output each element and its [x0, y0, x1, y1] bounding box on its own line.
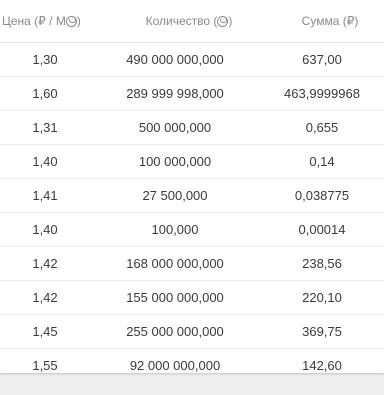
sum-cell: 0,038775	[294, 188, 350, 203]
quantity-cell: 490 000 000,000	[126, 52, 224, 67]
price-cell: 1,42	[32, 256, 58, 271]
table-header: Цена (₽ / М) Количество () Сумма (₽)	[0, 0, 384, 43]
quantity-cell: 92 000 000,000	[129, 358, 221, 373]
price-cell: 1,30	[32, 52, 58, 67]
orders-table: Цена (₽ / М) Количество () Сумма (₽) 1,3…	[0, 0, 384, 373]
sum-header-label: Сумма (₽)	[301, 14, 359, 28]
price-cell: 1,40	[32, 222, 58, 237]
price-cell: 1,60	[32, 86, 58, 101]
price-column-header[interactable]: Цена (₽ / М)	[0, 14, 90, 28]
coin-icon	[217, 16, 229, 27]
price-cell: 1,41	[32, 188, 58, 203]
sum-cell: 220,10	[302, 290, 342, 305]
quantity-header-label: Количество (	[145, 14, 218, 28]
quantity-cell: 155 000 000,000	[126, 290, 224, 305]
table-row[interactable]: 1,30 490 000 000,000 637,00	[0, 43, 384, 77]
sum-cell: 0,14	[309, 154, 335, 169]
sum-cell: 142,60	[302, 358, 342, 373]
table-row[interactable]: 1,55 92 000 000,000 142,60	[0, 349, 384, 382]
table-row[interactable]: 1,42 168 000 000,000 238,56	[0, 247, 384, 281]
price-cell: 1,40	[32, 154, 58, 169]
sum-cell: 369,75	[302, 324, 342, 339]
quantity-cell: 27 500,000	[142, 188, 208, 203]
price-header-suffix: )	[76, 14, 81, 28]
sum-cell: 0,00014	[298, 222, 346, 237]
table-row[interactable]: 1,40 100,000 0,00014	[0, 213, 384, 247]
quantity-cell: 255 000 000,000	[126, 324, 224, 339]
price-cell: 1,42	[32, 290, 58, 305]
table-row[interactable]: 1,45 255 000 000,000 369,75	[0, 315, 384, 349]
sum-column-header[interactable]: Сумма (₽)	[260, 14, 384, 28]
sum-cell: 463,9999968	[284, 86, 360, 101]
quantity-column-header[interactable]: Количество ()	[90, 14, 260, 28]
table-row[interactable]: 1,60 289 999 998,000 463,9999968	[0, 77, 384, 111]
sum-cell: 238,56	[302, 256, 342, 271]
table-row[interactable]: 1,41 27 500,000 0,038775	[0, 179, 384, 213]
quantity-cell: 168 000 000,000	[126, 256, 224, 271]
quantity-cell: 100 000,000	[138, 154, 212, 169]
table-row[interactable]: 1,40 100 000,000 0,14	[0, 145, 384, 179]
quantity-cell: 500 000,000	[138, 120, 212, 135]
sum-cell: 637,00	[302, 52, 342, 67]
coin-icon	[65, 16, 77, 27]
quantity-cell: 100,000	[151, 222, 199, 237]
table-row[interactable]: 1,31 500 000,000 0,655	[0, 111, 384, 145]
sum-cell: 0,655	[305, 120, 339, 135]
quantity-header-suffix: )	[228, 14, 233, 28]
table-row[interactable]: 1,42 155 000 000,000 220,10	[0, 281, 384, 315]
price-cell: 1,45	[32, 324, 58, 339]
price-cell: 1,55	[32, 358, 58, 373]
price-cell: 1,31	[32, 120, 58, 135]
price-header-label: Цена (₽ / М	[2, 14, 66, 28]
quantity-cell: 289 999 998,000	[126, 86, 224, 101]
